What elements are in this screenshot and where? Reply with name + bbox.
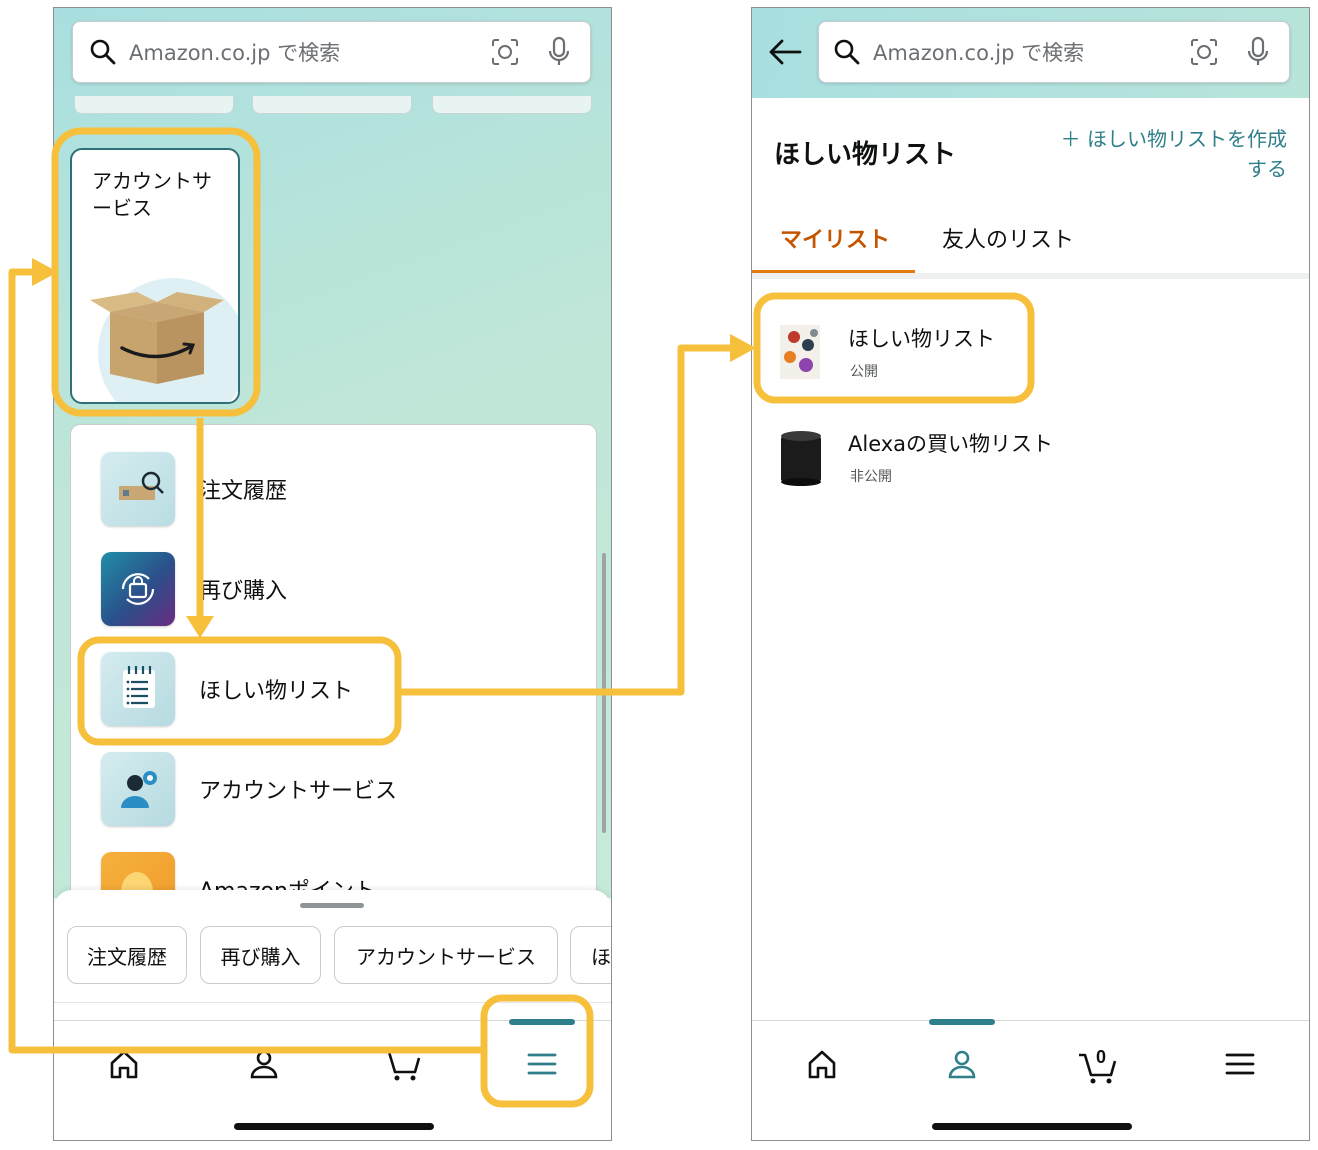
camera-scan-icon[interactable] xyxy=(490,37,520,67)
cart-icon[interactable] xyxy=(372,1037,432,1091)
home-icon[interactable] xyxy=(94,1037,154,1091)
menu-item-label: 注文履歴 xyxy=(199,479,288,504)
home-indicator xyxy=(932,1123,1132,1130)
account-card-title: アカウントサービス xyxy=(92,169,212,220)
chip-buy-again[interactable]: 再び購入 xyxy=(200,926,321,984)
divider xyxy=(54,1002,611,1003)
microphone-icon[interactable] xyxy=(1245,36,1271,68)
chip-wishlist-partial[interactable]: ほ xyxy=(570,926,611,984)
order-history-icon xyxy=(101,452,175,526)
sheet-handle[interactable] xyxy=(300,903,364,908)
search-placeholder: Amazon.co.jp で検索 xyxy=(129,41,341,65)
active-tab-indicator xyxy=(929,1019,995,1025)
scrollbar[interactable] xyxy=(602,553,606,833)
cart-count: 0 xyxy=(1096,1047,1106,1067)
menu-list: 注文履歴 再び購入 ほしい物リスト アカウントサービス Amazonポイント xyxy=(70,424,597,944)
camera-scan-icon[interactable] xyxy=(1189,37,1219,67)
chip-account-service[interactable]: アカウントサービス xyxy=(334,926,558,984)
amazon-box-icon xyxy=(90,292,224,384)
search-bar[interactable]: Amazon.co.jp で検索 xyxy=(72,21,591,83)
tab-my-list[interactable]: マイリスト xyxy=(780,222,890,254)
back-arrow-icon[interactable] xyxy=(768,38,802,66)
buy-again-icon xyxy=(101,552,175,626)
menu-item-buy-again[interactable]: 再び購入 xyxy=(71,539,596,639)
active-tab-indicator xyxy=(509,1019,575,1025)
search-icon xyxy=(833,38,861,66)
echo-device-thumbnail xyxy=(776,428,826,486)
bottom-navbar: 0 xyxy=(752,1019,1309,1140)
list-visibility: 公開 xyxy=(850,364,878,380)
right-phone-screen: Amazon.co.jp で検索 ほしい物リスト ＋ ほしい物リストを作成する … xyxy=(751,7,1310,1141)
home-icon[interactable] xyxy=(792,1037,852,1091)
account-icon[interactable] xyxy=(932,1037,992,1091)
menu-item-account-service[interactable]: アカウントサービス xyxy=(71,739,596,839)
menu-icon[interactable] xyxy=(512,1037,572,1091)
account-service-card[interactable]: アカウントサービス xyxy=(70,148,240,404)
list-name: ほしい物リスト xyxy=(848,327,995,351)
home-indicator xyxy=(234,1123,434,1130)
divider xyxy=(752,273,1309,279)
menu-item-label: 再び購入 xyxy=(199,579,288,604)
menu-item-label: アカウントサービス xyxy=(199,779,398,804)
chip-order-history[interactable]: 注文履歴 xyxy=(67,926,187,984)
menu-item-label: ほしい物リスト xyxy=(199,679,354,704)
page-title: ほしい物リスト xyxy=(774,140,957,170)
quick-access-sheet: 注文履歴 再び購入 アカウントサービス ほ xyxy=(54,890,611,1020)
cart-icon[interactable]: 0 xyxy=(1070,1037,1130,1091)
wishlist-thumbnail xyxy=(776,323,826,381)
wishlist-icon xyxy=(101,652,175,726)
account-service-icon xyxy=(101,752,175,826)
tab-friends-list[interactable]: 友人のリスト xyxy=(942,222,1074,254)
list-item-wishlist[interactable]: ほしい物リスト 公開 xyxy=(752,301,1309,401)
shortcut-card-partial[interactable] xyxy=(432,96,592,114)
menu-item-wishlist[interactable]: ほしい物リスト xyxy=(71,639,596,739)
search-icon xyxy=(89,38,117,66)
microphone-icon[interactable] xyxy=(546,36,572,68)
create-wishlist-link[interactable]: ＋ ほしい物リストを作成する xyxy=(1047,124,1287,184)
bottom-navbar xyxy=(54,1019,611,1140)
list-item-alexa[interactable]: Alexaの買い物リスト 非公開 xyxy=(752,406,1309,506)
shortcut-card-partial[interactable] xyxy=(252,96,412,114)
shortcut-card-partial[interactable] xyxy=(74,96,234,114)
left-phone-screen: Amazon.co.jp で検索 アカウントサービス 注文履歴 再び購入 ほしい… xyxy=(53,7,612,1141)
list-visibility: 非公開 xyxy=(850,469,892,485)
menu-item-order-history[interactable]: 注文履歴 xyxy=(71,439,596,539)
account-icon[interactable] xyxy=(234,1037,294,1091)
search-bar[interactable]: Amazon.co.jp で検索 xyxy=(818,21,1290,83)
menu-icon[interactable] xyxy=(1210,1037,1270,1091)
list-name: Alexaの買い物リスト xyxy=(848,432,1054,456)
search-placeholder: Amazon.co.jp で検索 xyxy=(873,41,1085,65)
